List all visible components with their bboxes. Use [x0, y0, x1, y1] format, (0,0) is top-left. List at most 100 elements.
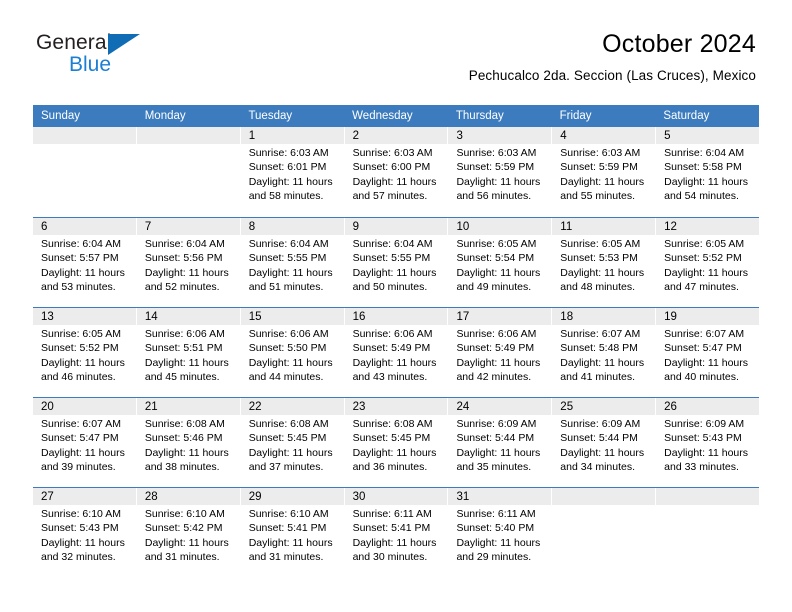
weekday-header-sunday: Sunday — [41, 110, 81, 122]
day-cell-content: 29 Sunrise: 6:10 AM Sunset: 5:41 PM Dayligh… — [241, 488, 344, 565]
sun-info-line: Daylight: 11 hours — [560, 175, 645, 188]
day-cell-content: 12 Sunrise: 6:05 AM Sunset: 5:52 PM Dayligh… — [656, 218, 759, 295]
calendar-day-cell-empty — [33, 127, 137, 217]
page-subtitle: Pechucalco 2da. Seccion (Las Cruces), Me… — [468, 68, 756, 83]
day-cell-content: 23 Sunrise: 6:08 AM Sunset: 5:45 PM Dayligh… — [345, 398, 448, 475]
calendar-day-cell[interactable]: 10 Sunrise: 6:05 AM Sunset: 5:54 PM Dayligh… — [448, 218, 553, 307]
calendar-day-cell[interactable]: 22 Sunrise: 6:08 AM Sunset: 5:45 PM Dayligh… — [241, 398, 345, 487]
day-number: 26 — [664, 401, 677, 413]
calendar-day-cell[interactable]: 5 Sunrise: 6:04 AM Sunset: 5:58 PM Daylight… — [656, 127, 759, 217]
sun-info-line: Daylight: 11 hours — [144, 446, 229, 459]
day-cell-content — [552, 488, 655, 505]
calendar-day-cell[interactable]: 7 Sunrise: 6:04 AM Sunset: 5:56 PM Daylight… — [137, 218, 241, 307]
sun-info-line: Sunset: 5:47 PM — [41, 432, 119, 445]
calendar-grid: Sunday Monday Tuesday Wednesday Thursday Frid… — [33, 105, 759, 577]
calendar-day-cell[interactable]: 15 Sunrise: 6:06 AM Sunset: 5:50 PM Dayligh… — [241, 308, 345, 397]
weekday-header-saturday: Saturday — [663, 110, 710, 122]
calendar-day-cell[interactable]: 14 Sunrise: 6:06 AM Sunset: 5:51 PM Dayligh… — [137, 308, 241, 397]
calendar-day-cell[interactable]: 20 Sunrise: 6:07 AM Sunset: 5:47 PM Dayligh… — [33, 398, 137, 487]
calendar-day-cell[interactable]: 27 Sunrise: 6:10 AM Sunset: 5:43 PM Dayligh… — [33, 488, 137, 577]
sun-info-line: and 57 minutes. — [352, 190, 428, 203]
calendar-day-cell[interactable]: 2 Sunrise: 6:03 AM Sunset: 6:00 PM Daylight… — [345, 127, 449, 217]
sun-info-line: Sunrise: 6:05 AM — [456, 238, 537, 250]
sun-info-line: and 52 minutes. — [144, 281, 220, 294]
calendar-day-cell[interactable]: 21 Sunrise: 6:08 AM Sunset: 5:46 PM Dayligh… — [137, 398, 241, 487]
sun-info: Sunrise: 6:06 AM Sunset: 5:49 PM Daylight:… — [353, 327, 448, 385]
day-cell-content: 17 Sunrise: 6:06 AM Sunset: 5:49 PM Dayligh… — [448, 308, 551, 385]
sun-info: Sunrise: 6:05 AM Sunset: 5:52 PM Daylight:… — [41, 327, 136, 385]
sun-info: Sunrise: 6:07 AM Sunset: 5:48 PM Daylight:… — [560, 327, 655, 385]
day-cell-content: 1 Sunrise: 6:03 AM Sunset: 6:01 PM Daylight… — [241, 127, 344, 204]
calendar-day-cell[interactable]: 19 Sunrise: 6:07 AM Sunset: 5:47 PM Dayligh… — [656, 308, 759, 397]
sun-info: Sunrise: 6:07 AM Sunset: 5:47 PM Daylight:… — [664, 327, 759, 385]
calendar-day-cell[interactable]: 24 Sunrise: 6:09 AM Sunset: 5:44 PM Dayligh… — [448, 398, 553, 487]
sun-info-line: and 48 minutes. — [560, 281, 636, 294]
calendar-day-cell[interactable]: 29 Sunrise: 6:10 AM Sunset: 5:41 PM Dayligh… — [241, 488, 345, 577]
day-cell-content: 18 Sunrise: 6:07 AM Sunset: 5:48 PM Dayligh… — [552, 308, 655, 385]
sun-info-line: Sunrise: 6:07 AM — [41, 418, 121, 430]
calendar-day-cell[interactable]: 31 Sunrise: 6:11 AM Sunset: 5:40 PM Dayligh… — [448, 488, 553, 577]
calendar-day-cell[interactable]: 13 Sunrise: 6:05 AM Sunset: 5:52 PM Dayligh… — [33, 308, 137, 397]
calendar-day-cell[interactable]: 6 Sunrise: 6:04 AM Sunset: 5:57 PM Daylight… — [33, 218, 137, 307]
sun-info-line: and 58 minutes. — [248, 190, 324, 203]
weekday-header-row: Sunday Monday Tuesday Wednesday Thursday Frid… — [33, 105, 759, 127]
sun-info: Sunrise: 6:08 AM Sunset: 5:46 PM Daylight:… — [145, 417, 240, 475]
calendar-day-cell[interactable]: 28 Sunrise: 6:10 AM Sunset: 5:42 PM Dayligh… — [137, 488, 241, 577]
calendar-week-row: 1 Sunrise: 6:03 AM Sunset: 6:01 PM Daylight… — [33, 127, 759, 217]
sun-info-line: Daylight: 11 hours — [248, 266, 333, 279]
day-number: 24 — [456, 401, 470, 413]
weekday-header-friday: Friday — [559, 110, 592, 122]
day-cell-content: 26 Sunrise: 6:09 AM Sunset: 5:43 PM Dayligh… — [656, 398, 759, 475]
sun-info-line: Sunrise: 6:05 AM — [560, 238, 641, 250]
calendar-day-cell[interactable]: 8 Sunrise: 6:04 AM Sunset: 5:55 PM Daylight… — [241, 218, 345, 307]
calendar-day-cell[interactable]: 1 Sunrise: 6:03 AM Sunset: 6:01 PM Daylight… — [241, 127, 345, 217]
day-cell-content: 2 Sunrise: 6:03 AM Sunset: 6:00 PM Daylight… — [345, 127, 448, 204]
sun-info: Sunrise: 6:11 AM Sunset: 5:40 PM Daylight:… — [456, 507, 551, 565]
day-number: 20 — [41, 401, 54, 413]
sun-info-line: Sunrise: 6:08 AM — [248, 418, 329, 430]
sun-info-line: Sunrise: 6:07 AM — [664, 328, 745, 340]
sun-info-line: Sunset: 5:46 PM — [144, 432, 223, 445]
calendar-day-cell[interactable]: 18 Sunrise: 6:07 AM Sunset: 5:48 PM Dayligh… — [552, 308, 657, 397]
day-cell-content: 19 Sunrise: 6:07 AM Sunset: 5:47 PM Dayligh… — [656, 308, 759, 385]
sun-info-line: Sunset: 5:58 PM — [664, 161, 742, 174]
calendar-day-cell[interactable]: 3 Sunrise: 6:03 AM Sunset: 5:59 PM Daylight… — [448, 127, 553, 217]
sun-info-line: and 41 minutes. — [560, 371, 636, 384]
calendar-day-cell[interactable]: 26 Sunrise: 6:09 AM Sunset: 5:43 PM Dayligh… — [656, 398, 759, 487]
calendar-day-cell[interactable]: 25 Sunrise: 6:09 AM Sunset: 5:44 PM Dayligh… — [552, 398, 657, 487]
sun-info-line: Daylight: 11 hours — [144, 356, 229, 369]
sun-info-line: and 45 minutes. — [144, 371, 220, 384]
sun-info: Sunrise: 6:08 AM Sunset: 5:45 PM Daylight:… — [249, 417, 344, 475]
sun-info-line: Sunset: 5:50 PM — [248, 342, 327, 355]
calendar-day-cell[interactable]: 11 Sunrise: 6:05 AM Sunset: 5:53 PM Dayligh… — [552, 218, 657, 307]
sun-info-line: and 56 minutes. — [456, 190, 532, 203]
sun-info-line: and 47 minutes. — [664, 281, 739, 294]
calendar-day-cell[interactable]: 12 Sunrise: 6:05 AM Sunset: 5:52 PM Dayligh… — [656, 218, 759, 307]
day-number: 27 — [41, 491, 54, 503]
calendar-day-cell[interactable]: 4 Sunrise: 6:03 AM Sunset: 5:59 PM Daylight… — [552, 127, 657, 217]
weekday-header-tuesday: Tuesday — [248, 110, 293, 122]
calendar-day-cell[interactable]: 23 Sunrise: 6:08 AM Sunset: 5:45 PM Dayligh… — [345, 398, 449, 487]
day-cell-content: 22 Sunrise: 6:08 AM Sunset: 5:45 PM Dayligh… — [241, 398, 344, 475]
sun-info-line: Sunset: 5:57 PM — [41, 252, 119, 265]
day-cell-content: 14 Sunrise: 6:06 AM Sunset: 5:51 PM Dayligh… — [137, 308, 240, 385]
sun-info-line: Sunset: 5:54 PM — [456, 252, 535, 265]
day-number: 7 — [144, 221, 152, 233]
sun-info-line: Sunrise: 6:10 AM — [248, 508, 329, 520]
sun-info-line: Daylight: 11 hours — [248, 446, 333, 459]
sun-info-line: Daylight: 11 hours — [456, 536, 541, 549]
calendar-day-cell[interactable]: 17 Sunrise: 6:06 AM Sunset: 5:49 PM Dayligh… — [448, 308, 553, 397]
sun-info-line: and 29 minutes. — [456, 551, 532, 564]
sun-info: Sunrise: 6:11 AM Sunset: 5:41 PM Daylight:… — [353, 507, 448, 565]
sun-info: Sunrise: 6:07 AM Sunset: 5:47 PM Daylight:… — [41, 417, 136, 475]
sun-info: Sunrise: 6:09 AM Sunset: 5:44 PM Daylight:… — [560, 417, 655, 475]
sun-info-line: Daylight: 11 hours — [456, 175, 541, 188]
calendar-day-cell[interactable]: 16 Sunrise: 6:06 AM Sunset: 5:49 PM Dayligh… — [345, 308, 449, 397]
sun-info-line: Sunrise: 6:03 AM — [352, 147, 433, 159]
calendar-day-cell[interactable]: 9 Sunrise: 6:04 AM Sunset: 5:55 PM Daylight… — [345, 218, 449, 307]
day-cell-content: 8 Sunrise: 6:04 AM Sunset: 5:55 PM Daylight… — [241, 218, 344, 295]
calendar-day-cell[interactable]: 30 Sunrise: 6:11 AM Sunset: 5:41 PM Dayligh… — [345, 488, 449, 577]
sun-info-line: Daylight: 11 hours — [560, 446, 645, 459]
sun-info-line: Sunset: 5:41 PM — [248, 522, 327, 535]
calendar-page: General Blue October 2024 Pechucalco 2da… — [0, 0, 792, 612]
